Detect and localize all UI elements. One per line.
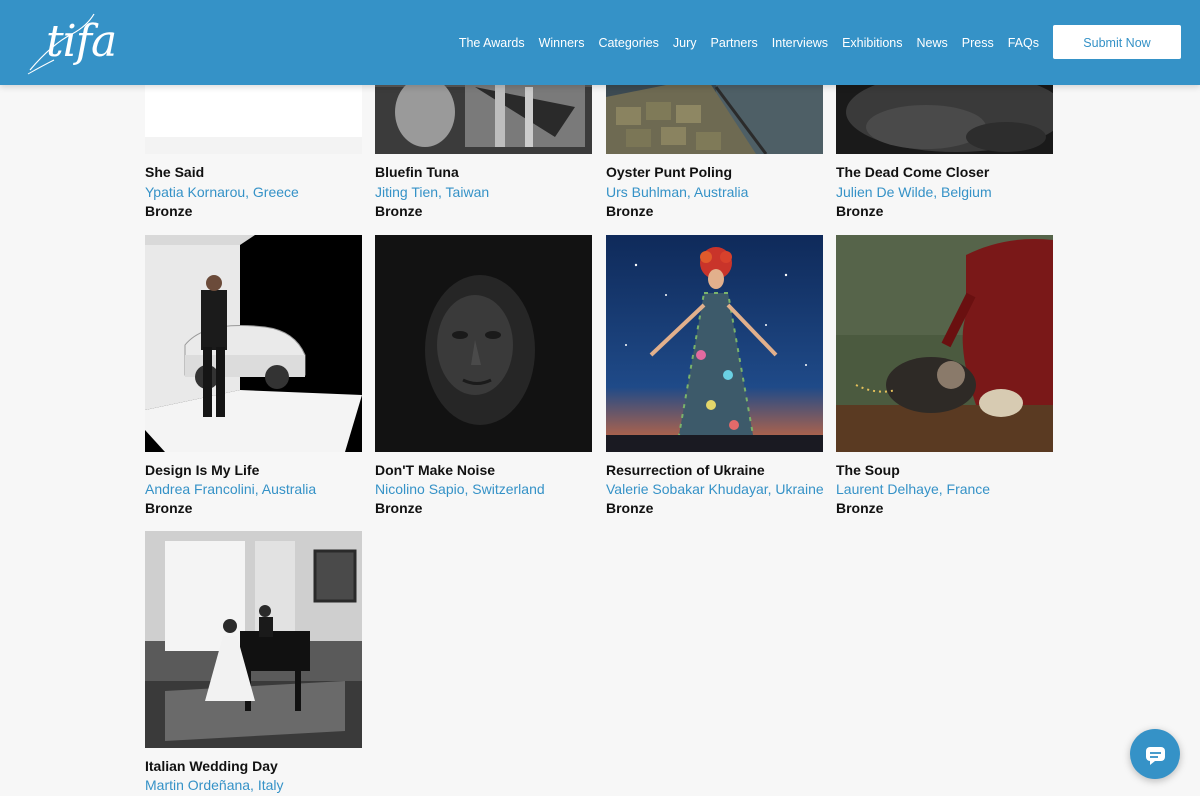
- entry-title[interactable]: The Soup: [836, 462, 900, 478]
- entry-author[interactable]: Urs Buhlman, Australia: [606, 184, 748, 200]
- nav-the-awards[interactable]: The Awards: [459, 34, 525, 52]
- entry-title[interactable]: The Dead Come Closer: [836, 164, 989, 180]
- tifa-logo[interactable]: tifa: [22, 4, 117, 76]
- nav-exhibitions[interactable]: Exhibitions: [842, 34, 902, 52]
- entry-author[interactable]: Martin Ordeñana, Italy: [145, 777, 284, 793]
- entry-author[interactable]: Julien De Wilde, Belgium: [836, 184, 992, 200]
- winners-gallery: She Said Ypatia Kornarou, Greece Bronze …: [0, 0, 1200, 796]
- entry-author[interactable]: Jiting Tien, Taiwan: [375, 184, 489, 200]
- nav-winners[interactable]: Winners: [539, 34, 585, 52]
- entry-award: Bronze: [836, 203, 884, 219]
- entry-award: Bronze: [375, 500, 423, 516]
- gallery-card[interactable]: The Soup Laurent Delhaye, France Bronze: [836, 235, 1053, 516]
- chat-button[interactable]: [1130, 729, 1180, 779]
- entry-title[interactable]: Bluefin Tuna: [375, 164, 459, 180]
- gallery-card[interactable]: Don'T Make Noise Nicolino Sapio, Switzer…: [375, 235, 592, 516]
- gallery-card[interactable]: Italian Wedding Day Martin Ordeñana, Ita…: [145, 531, 362, 793]
- entry-author[interactable]: Nicolino Sapio, Switzerland: [375, 481, 545, 497]
- entry-title[interactable]: She Said: [145, 164, 204, 180]
- nav-faqs[interactable]: FAQs: [1008, 34, 1039, 52]
- entry-title[interactable]: Italian Wedding Day: [145, 758, 278, 774]
- photo-thumbnail[interactable]: [375, 235, 592, 452]
- nav-news[interactable]: News: [917, 34, 948, 52]
- logo-text: tifa: [46, 16, 117, 67]
- entry-author[interactable]: Andrea Francolini, Australia: [145, 481, 316, 497]
- nav-press[interactable]: Press: [962, 34, 994, 52]
- entry-award: Bronze: [375, 203, 423, 219]
- entry-award: Bronze: [836, 500, 884, 516]
- nav-categories[interactable]: Categories: [598, 34, 658, 52]
- entry-author[interactable]: Valerie Sobakar Khudayar, Ukraine: [606, 481, 824, 497]
- nav-interviews[interactable]: Interviews: [772, 34, 828, 52]
- entry-title[interactable]: Design Is My Life: [145, 462, 259, 478]
- entry-title[interactable]: Oyster Punt Poling: [606, 164, 732, 180]
- entry-author[interactable]: Laurent Delhaye, France: [836, 481, 990, 497]
- nav-jury[interactable]: Jury: [673, 34, 697, 52]
- entry-author[interactable]: Ypatia Kornarou, Greece: [145, 184, 299, 200]
- submit-now-button[interactable]: Submit Now: [1053, 25, 1181, 59]
- entry-award: Bronze: [606, 203, 654, 219]
- gallery-card[interactable]: Design Is My Life Andrea Francolini, Aus…: [145, 235, 362, 516]
- entry-title[interactable]: Don'T Make Noise: [375, 462, 495, 478]
- photo-thumbnail[interactable]: [836, 235, 1053, 452]
- entry-award: Bronze: [145, 203, 193, 219]
- site-header: tifa The Awards Winners Categories Jury …: [0, 0, 1200, 85]
- entry-award: Bronze: [606, 500, 654, 516]
- photo-thumbnail[interactable]: [606, 235, 823, 452]
- main-nav: The Awards Winners Categories Jury Partn…: [445, 34, 1039, 52]
- entry-title[interactable]: Resurrection of Ukraine: [606, 462, 765, 478]
- entry-award: Bronze: [145, 500, 193, 516]
- photo-thumbnail[interactable]: [145, 531, 362, 748]
- chat-bubble-icon: [1146, 747, 1165, 765]
- gallery-card[interactable]: Resurrection of Ukraine Valerie Sobakar …: [606, 235, 824, 516]
- nav-partners[interactable]: Partners: [711, 34, 758, 52]
- photo-thumbnail[interactable]: [145, 235, 362, 452]
